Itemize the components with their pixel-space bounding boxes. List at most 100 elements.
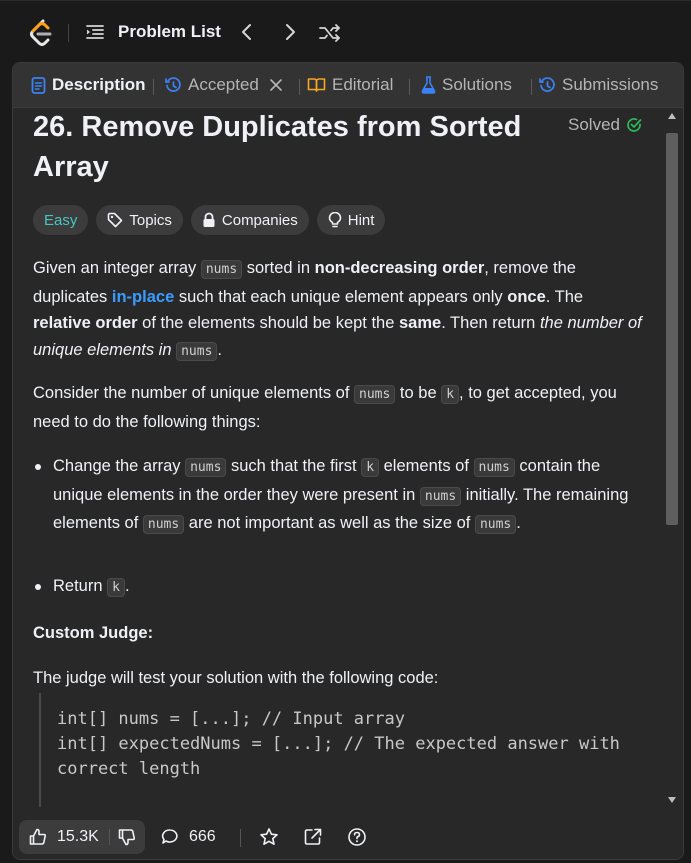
inline-code: k [361, 458, 380, 477]
close-icon[interactable] [269, 78, 283, 92]
lightbulb-icon [328, 211, 342, 227]
tab-divider [409, 79, 410, 95]
inline-code: k [107, 578, 125, 597]
text: such that each unique element appears on… [174, 287, 508, 306]
star-icon[interactable] [259, 827, 279, 847]
vertical-scrollbar[interactable] [663, 107, 681, 817]
chevron-left-icon[interactable] [238, 21, 256, 43]
companies-chip[interactable]: Companies [190, 205, 309, 235]
tab-bar: Description Accepted Editorial Solutions… [13, 63, 683, 108]
text: are not important as well as the size of [184, 514, 475, 532]
code-line: correct length [57, 759, 201, 779]
bold-text: relative order [33, 314, 138, 332]
bullet-item-2: Return k. [53, 573, 661, 602]
inline-code: nums [176, 341, 218, 361]
tag-chips: Easy Topics Companies Hint [33, 205, 386, 235]
check-circle-icon [627, 118, 642, 132]
bold-text: once [507, 287, 546, 306]
text: . [516, 514, 521, 532]
comment-icon[interactable] [161, 828, 179, 846]
problem-list-link[interactable]: Problem List [118, 22, 221, 42]
scroll-down-arrow-icon[interactable] [668, 797, 676, 803]
bullet-dot [35, 584, 41, 590]
text: . [124, 577, 130, 595]
difficulty-badge: Easy [33, 205, 89, 235]
tab-submissions-label: Submissions [562, 75, 659, 94]
in-place-link[interactable]: in-place [112, 288, 174, 306]
inline-code: nums [474, 515, 517, 534]
list-icon[interactable] [86, 24, 104, 40]
text: . Then return [441, 314, 540, 332]
shuffle-icon[interactable] [318, 22, 342, 44]
text: Consider the number of unique elements o… [33, 384, 355, 402]
text: sorted in [242, 259, 315, 277]
text: . [217, 340, 223, 359]
scroll-up-arrow-icon[interactable] [668, 113, 676, 119]
tab-divider [153, 79, 154, 95]
description-paragraph-2: Consider the number of unique elements o… [33, 380, 643, 435]
bold-text: same [398, 314, 442, 332]
thumbs-up-icon[interactable] [29, 828, 47, 846]
text: Given an integer array [33, 259, 201, 277]
divider [240, 829, 241, 847]
problem-panel: Description Accepted Editorial Solutions… [12, 62, 684, 860]
tab-submissions[interactable]: Submissions [539, 75, 658, 95]
tab-accepted-label: Accepted [188, 75, 259, 94]
inline-code: nums [200, 260, 243, 279]
hint-chip[interactable]: Hint [316, 205, 386, 235]
tab-solutions-label: Solutions [442, 75, 512, 94]
lock-icon [203, 212, 215, 227]
divider [68, 24, 69, 42]
bottom-action-bar: 15.3K 666 [13, 817, 683, 859]
inline-code: nums [354, 385, 396, 404]
divider [109, 829, 110, 845]
companies-label: Companies [221, 211, 298, 229]
code-line: int[] expectedNums = [...]; // The expec… [57, 734, 620, 754]
solved-label: Solved [568, 115, 620, 134]
code-block: int[] nums = [...]; // Input array int[]… [39, 693, 651, 807]
tab-solutions[interactable]: Solutions [421, 75, 512, 95]
leetcode-logo-icon[interactable] [28, 19, 54, 47]
tab-divider [299, 79, 300, 95]
tag-icon [108, 212, 123, 228]
text: Change the array [53, 457, 186, 475]
tab-editorial-label: Editorial [332, 75, 394, 94]
tab-description[interactable]: Description [31, 75, 146, 95]
inline-code: nums [142, 515, 185, 534]
description-paragraph-1: Given an integer array nums sorted in no… [33, 255, 643, 365]
bullet-item-1: Change the array nums such that the firs… [53, 453, 638, 539]
text: to be [395, 384, 442, 402]
history-icon [539, 76, 555, 92]
share-icon[interactable] [303, 827, 323, 847]
flask-icon [421, 76, 436, 94]
text: elements of [379, 457, 474, 475]
topics-chip[interactable]: Topics [96, 205, 183, 235]
like-count: 15.3K [57, 828, 99, 845]
tab-description-label: Description [52, 75, 146, 94]
vote-group: 15.3K [19, 820, 145, 854]
thumbs-down-icon[interactable] [118, 828, 136, 846]
custom-judge-heading: Custom Judge: [33, 624, 154, 642]
judge-text: The judge will test your solution with t… [33, 669, 439, 687]
text: . The [545, 287, 584, 306]
bullet-dot [35, 464, 41, 470]
solved-status: Solved [568, 115, 642, 135]
tab-accepted[interactable]: Accepted [165, 75, 283, 95]
topics-label: Topics [129, 211, 172, 229]
code-line: int[] nums = [...]; // Input array [57, 709, 405, 729]
description-icon [31, 76, 46, 94]
text: such that the first [226, 457, 362, 475]
inline-code: nums [473, 458, 515, 477]
bold-text: non-decreasing order [314, 259, 485, 277]
scrollbar-thumb[interactable] [666, 133, 678, 525]
book-icon [307, 78, 326, 92]
comment-count[interactable]: 666 [189, 828, 216, 846]
description-content: 26. Remove Duplicates from Sorted Array … [13, 107, 661, 817]
text: of the elements should be kept the [137, 314, 399, 332]
help-circle-icon[interactable] [347, 827, 367, 847]
tab-divider [531, 79, 532, 95]
top-navigation-bar: Problem List [0, 0, 691, 63]
inline-code: nums [185, 458, 227, 477]
chevron-right-icon[interactable] [281, 21, 299, 43]
tab-editorial[interactable]: Editorial [307, 75, 393, 95]
